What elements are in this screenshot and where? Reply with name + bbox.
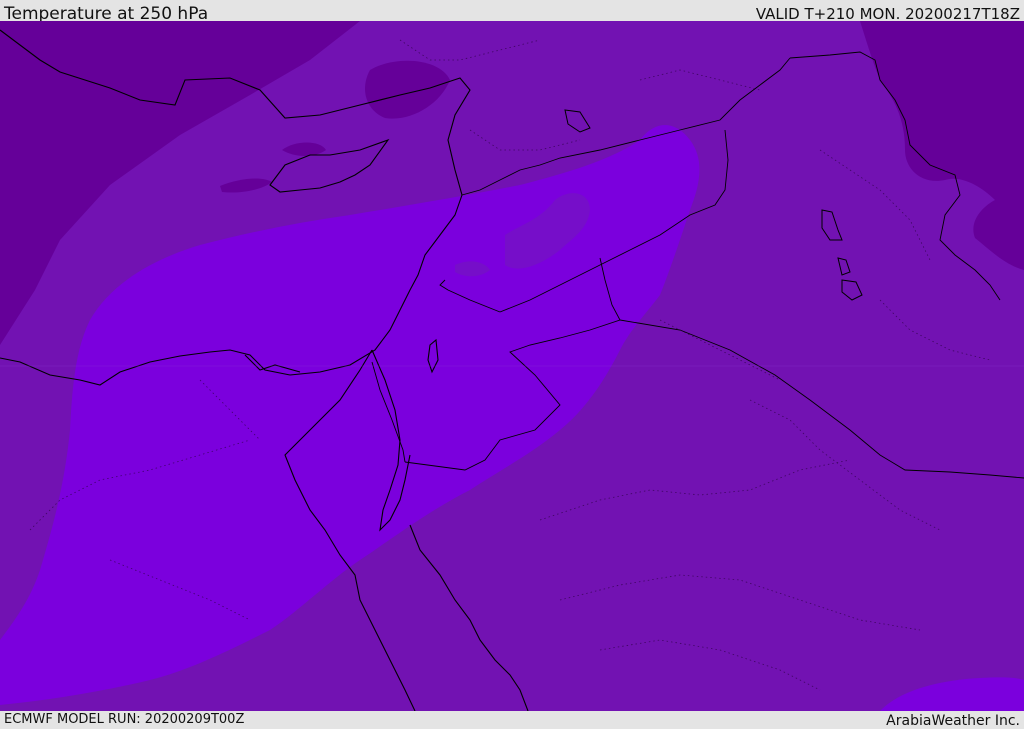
credit-label: ArabiaWeather Inc. [886,713,1020,729]
weather-map[interactable] [0,21,1024,711]
map-canvas [0,21,1024,711]
model-run-label: ECMWF MODEL RUN: 20200209T00Z [4,712,245,727]
footer-bar: ECMWF MODEL RUN: 20200209T00Z ArabiaWeat… [0,711,1024,729]
header-bar: Temperature at 250 hPa VALID T+210 MON. … [0,0,1024,24]
